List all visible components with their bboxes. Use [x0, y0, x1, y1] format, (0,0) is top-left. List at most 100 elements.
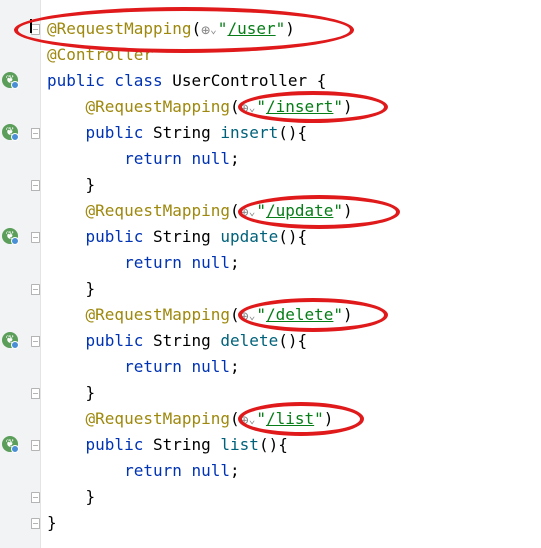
- fold-collapse-icon[interactable]: [31, 492, 40, 503]
- code-token: ": [217, 19, 228, 38]
- code-line[interactable]: return null;: [47, 146, 240, 172]
- spring-bean-icon[interactable]: ❦: [2, 124, 19, 141]
- web-endpoint-icon: ⊕: [201, 20, 211, 39]
- code-token: ;: [230, 253, 240, 272]
- code-token: @RequestMapping: [85, 305, 231, 324]
- code-token: ": [333, 201, 344, 220]
- code-line[interactable]: @RequestMapping(⊕⌄"/user"): [47, 16, 295, 42]
- code-token: (: [230, 97, 240, 116]
- request-path-link[interactable]: /insert: [266, 97, 333, 116]
- code-token: (: [230, 201, 240, 220]
- request-path-link[interactable]: /delete: [266, 305, 333, 324]
- code-token: UserController {: [172, 71, 327, 90]
- code-line[interactable]: }: [47, 276, 96, 302]
- code-line[interactable]: @RequestMapping(⊕⌄"/list"): [47, 406, 334, 432]
- chevron-down-icon: ⌄: [248, 100, 256, 114]
- code-token: update: [220, 227, 279, 246]
- code-line[interactable]: }: [47, 172, 96, 198]
- code-token: ): [343, 201, 353, 220]
- web-endpoint-icon: ⊕: [239, 306, 249, 325]
- code-token: ): [343, 97, 353, 116]
- spring-bean-icon[interactable]: ❦: [2, 332, 19, 349]
- spring-bean-icon[interactable]: ❦: [2, 72, 19, 89]
- code-token: ": [314, 409, 324, 428]
- web-endpoint-icon: ⊕: [239, 202, 249, 221]
- fold-expand-icon[interactable]: [31, 232, 40, 243]
- code-line[interactable]: public String insert(){: [47, 120, 308, 146]
- code-token: ;: [230, 149, 240, 168]
- code-token: return null: [124, 357, 231, 376]
- code-token: ;: [230, 357, 240, 376]
- code-token: }: [47, 175, 96, 194]
- code-token: ": [275, 19, 286, 38]
- code-token: return null: [124, 253, 231, 272]
- code-token: ): [323, 409, 334, 428]
- spring-bean-icon[interactable]: ❦: [2, 228, 19, 245]
- fold-collapse-icon[interactable]: [31, 284, 40, 295]
- code-line[interactable]: public class UserController {: [47, 68, 326, 94]
- fold-collapse-icon[interactable]: [31, 388, 40, 399]
- code-line[interactable]: return null;: [47, 458, 240, 484]
- fold-expand-icon[interactable]: [31, 24, 40, 35]
- code-line[interactable]: public String delete(){: [47, 328, 308, 354]
- code-token: String: [152, 435, 221, 454]
- code-token: public: [85, 227, 153, 246]
- request-path-link[interactable]: /update: [266, 201, 333, 220]
- code-line[interactable]: @RequestMapping(⊕⌄"/insert"): [47, 94, 353, 120]
- code-token: public: [85, 435, 153, 454]
- request-path-link[interactable]: /list: [266, 409, 314, 428]
- code-line[interactable]: public String list(){: [47, 432, 288, 458]
- chevron-down-icon: ⌄: [248, 412, 256, 426]
- code-token: }: [47, 487, 96, 506]
- code-token: public: [85, 331, 153, 350]
- code-token: @RequestMapping: [85, 201, 231, 220]
- code-token: }: [47, 383, 96, 402]
- code-token: public: [85, 123, 153, 142]
- fold-collapse-icon[interactable]: [31, 518, 40, 529]
- spring-bean-icon[interactable]: ❦: [2, 436, 19, 453]
- code-line[interactable]: }: [47, 380, 96, 406]
- code-token: (){: [278, 227, 308, 246]
- code-line[interactable]: }: [47, 510, 57, 536]
- code-token: @Controller: [47, 45, 153, 64]
- code-token: ": [256, 305, 266, 324]
- code-line[interactable]: @RequestMapping(⊕⌄"/delete"): [47, 302, 353, 328]
- code-token: ": [256, 201, 266, 220]
- code-token: (: [230, 409, 240, 428]
- code-line[interactable]: return null;: [47, 354, 240, 380]
- fold-expand-icon[interactable]: [31, 336, 40, 347]
- fold-collapse-icon[interactable]: [31, 180, 40, 191]
- code-token: @RequestMapping: [85, 409, 231, 428]
- code-line[interactable]: @Controller: [47, 42, 153, 68]
- code-token: ;: [230, 461, 240, 480]
- code-token: }: [47, 513, 57, 532]
- code-token: (: [230, 305, 240, 324]
- code-line[interactable]: @RequestMapping(⊕⌄"/update"): [47, 198, 353, 224]
- fold-expand-icon[interactable]: [31, 440, 40, 451]
- chevron-down-icon: ⌄: [210, 22, 217, 36]
- code-token: }: [47, 279, 96, 298]
- code-line[interactable]: }: [47, 484, 96, 510]
- chevron-down-icon: ⌄: [248, 308, 256, 322]
- code-token: ": [333, 305, 344, 324]
- web-endpoint-icon: ⊕: [239, 410, 249, 429]
- fold-expand-icon[interactable]: [31, 128, 40, 139]
- code-line[interactable]: return null;: [47, 250, 240, 276]
- chevron-down-icon: ⌄: [248, 204, 256, 218]
- code-token: ": [256, 409, 266, 428]
- request-path-link[interactable]: /user: [227, 19, 275, 38]
- code-token: ": [256, 97, 266, 116]
- code-token: insert: [220, 123, 279, 142]
- code-token: (: [191, 19, 202, 38]
- code-line[interactable]: public String update(){: [47, 224, 308, 250]
- code-token: String: [152, 123, 221, 142]
